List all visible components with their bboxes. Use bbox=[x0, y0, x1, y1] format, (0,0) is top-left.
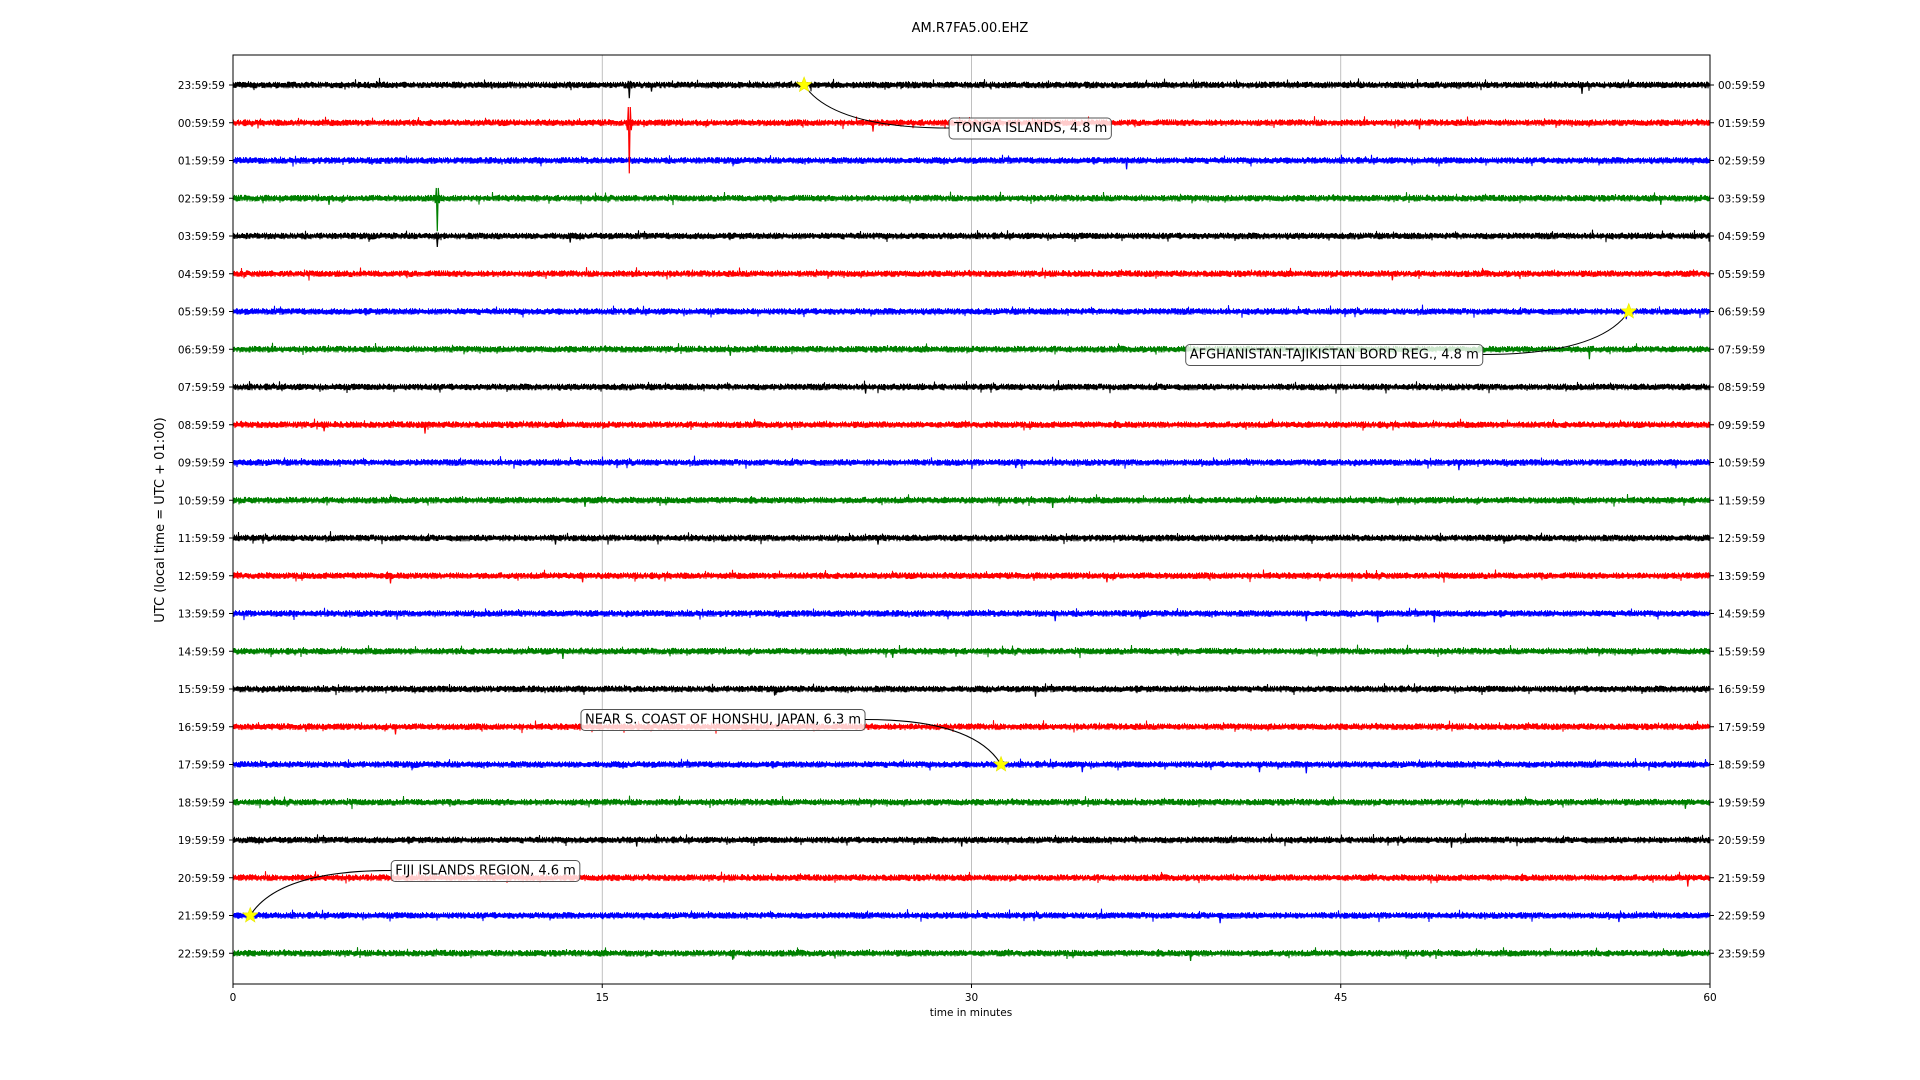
event-label: NEAR S. COAST OF HONSHU, JAPAN, 6.3 m bbox=[585, 713, 861, 728]
event-star-marker bbox=[795, 76, 813, 93]
right-tick-label: 03:59:59 bbox=[1718, 193, 1765, 205]
event-star-marker bbox=[992, 755, 1010, 772]
left-time-axis: 23:59:59 00:59:59 01:59:59 02:59:59 03:59:59… bbox=[178, 80, 233, 960]
right-tick-label: 09:59:59 bbox=[1718, 420, 1765, 432]
left-tick-label: 04:59:59 bbox=[178, 269, 225, 281]
right-time-axis: 00:59:59 01:59:59 02:59:59 03:59:59 04:59:59… bbox=[1710, 80, 1765, 960]
left-tick-label: 00:59:59 bbox=[178, 118, 225, 130]
seismogram-chart: AM.R7FA5.00.EHZ 23:59:59 00:59:59 01:59:59… bbox=[153, 21, 1765, 1019]
right-tick-label: 22:59:59 bbox=[1718, 911, 1765, 923]
left-tick-label: 05:59:59 bbox=[178, 307, 225, 319]
right-tick-label: 06:59:59 bbox=[1718, 307, 1765, 319]
right-tick-label: 01:59:59 bbox=[1718, 118, 1765, 130]
x-tick-label: 60 bbox=[1703, 992, 1716, 1004]
event-label: FIJI ISLANDS REGION, 4.6 m bbox=[395, 864, 576, 879]
right-tick-label: 10:59:59 bbox=[1718, 458, 1765, 470]
x-tick-label: 45 bbox=[1334, 992, 1347, 1004]
left-tick-label: 14:59:59 bbox=[178, 646, 225, 658]
left-tick-label: 13:59:59 bbox=[178, 609, 225, 621]
left-tick-label: 09:59:59 bbox=[178, 458, 225, 470]
left-tick-label: 20:59:59 bbox=[178, 873, 225, 885]
left-tick-label: 02:59:59 bbox=[178, 193, 225, 205]
right-tick-label: 18:59:59 bbox=[1718, 760, 1765, 772]
right-tick-label: 07:59:59 bbox=[1718, 344, 1765, 356]
right-tick-label: 02:59:59 bbox=[1718, 156, 1765, 168]
event-label: TONGA ISLANDS, 4.8 m bbox=[953, 121, 1107, 136]
left-tick-label: 01:59:59 bbox=[178, 156, 225, 168]
right-tick-label: 21:59:59 bbox=[1718, 873, 1765, 885]
event-callout: AFGHANISTAN-TAJIKISTAN BORD REG., 4.8 m bbox=[1185, 344, 1484, 366]
right-tick-label: 13:59:59 bbox=[1718, 571, 1765, 583]
right-tick-label: 20:59:59 bbox=[1718, 835, 1765, 847]
right-tick-label: 17:59:59 bbox=[1718, 722, 1765, 734]
chart-title: AM.R7FA5.00.EHZ bbox=[912, 21, 1029, 36]
right-tick-label: 14:59:59 bbox=[1718, 609, 1765, 621]
event-callout: TONGA ISLANDS, 4.8 m bbox=[948, 117, 1112, 140]
x-axis-label: time in minutes bbox=[930, 1007, 1012, 1019]
x-tick-label: 15 bbox=[596, 992, 609, 1004]
event-callout: FIJI ISLANDS REGION, 4.6 m bbox=[390, 860, 581, 882]
trace-spike bbox=[432, 187, 442, 232]
left-tick-label: 07:59:59 bbox=[178, 382, 225, 394]
x-axis: 0 15 30 45 60 bbox=[230, 984, 1717, 1004]
right-tick-label: 23:59:59 bbox=[1718, 948, 1765, 960]
right-tick-label: 00:59:59 bbox=[1718, 80, 1765, 92]
left-tick-label: 06:59:59 bbox=[178, 344, 225, 356]
left-tick-label: 12:59:59 bbox=[178, 571, 225, 583]
left-tick-label: 18:59:59 bbox=[178, 797, 225, 809]
event-star-marker bbox=[1620, 302, 1638, 319]
left-tick-label: 11:59:59 bbox=[178, 533, 225, 545]
left-tick-label: 15:59:59 bbox=[178, 684, 225, 696]
left-tick-label: 08:59:59 bbox=[178, 420, 225, 432]
left-tick-label: 21:59:59 bbox=[178, 911, 225, 923]
event-callout: NEAR S. COAST OF HONSHU, JAPAN, 6.3 m bbox=[580, 709, 866, 731]
x-tick-label: 0 bbox=[230, 992, 237, 1004]
event-label: AFGHANISTAN-TAJIKISTAN BORD REG., 4.8 m bbox=[1190, 348, 1479, 363]
right-tick-label: 04:59:59 bbox=[1718, 231, 1765, 243]
y-axis-label: UTC (local time = UTC + 01:00) bbox=[153, 417, 168, 622]
vertical-grid bbox=[601, 55, 1342, 984]
x-tick-label: 30 bbox=[965, 992, 978, 1004]
right-tick-label: 11:59:59 bbox=[1718, 495, 1765, 507]
right-tick-label: 15:59:59 bbox=[1718, 646, 1765, 658]
left-tick-label: 22:59:59 bbox=[178, 948, 225, 960]
right-tick-label: 08:59:59 bbox=[1718, 382, 1765, 394]
event-star-marker bbox=[241, 906, 259, 923]
left-tick-label: 03:59:59 bbox=[178, 231, 225, 243]
right-tick-label: 12:59:59 bbox=[1718, 533, 1765, 545]
left-tick-label: 10:59:59 bbox=[178, 495, 225, 507]
right-tick-label: 19:59:59 bbox=[1718, 797, 1765, 809]
left-tick-label: 16:59:59 bbox=[178, 722, 225, 734]
right-tick-label: 16:59:59 bbox=[1718, 684, 1765, 696]
left-tick-label: 17:59:59 bbox=[178, 760, 225, 772]
left-tick-label: 23:59:59 bbox=[178, 80, 225, 92]
right-tick-label: 05:59:59 bbox=[1718, 269, 1765, 281]
left-tick-label: 19:59:59 bbox=[178, 835, 225, 847]
